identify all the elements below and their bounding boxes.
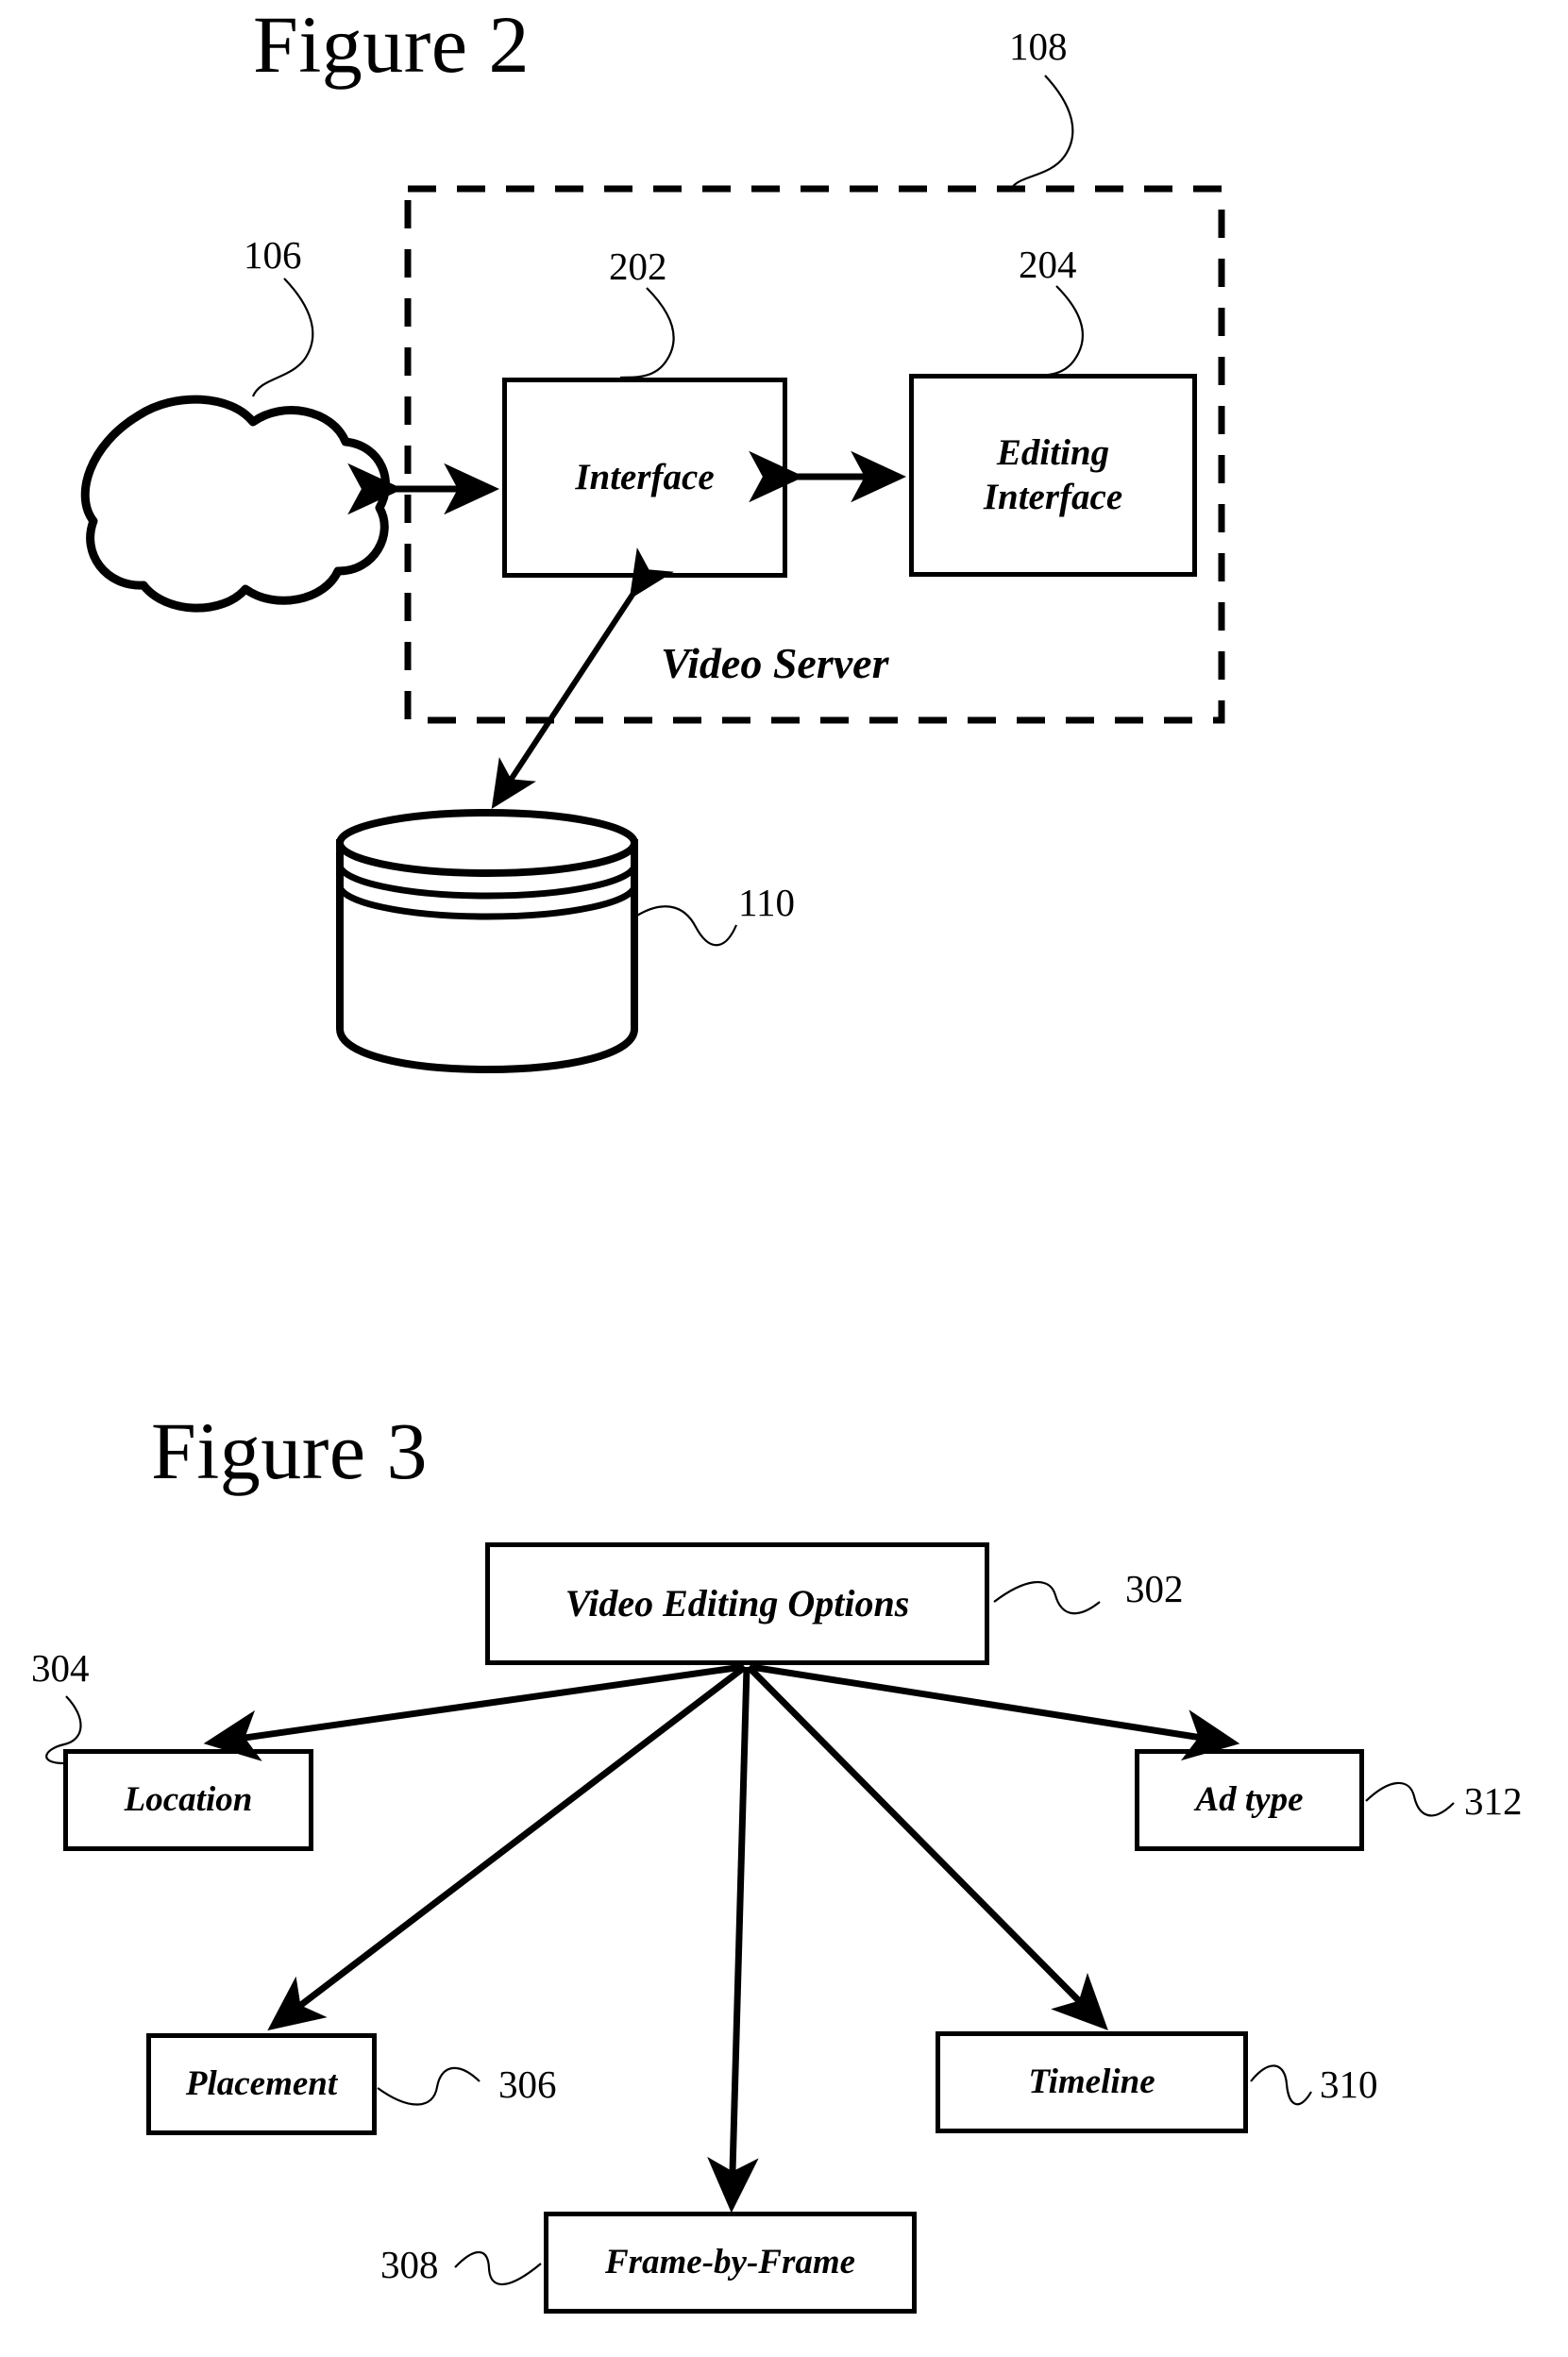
interface-box[interactable]: Interface [502,378,787,578]
leader-line-106 [251,278,314,397]
leader-line-202 [619,287,675,379]
reference-numeral-308: 308 [380,2243,439,2286]
ad-type-box-label: Ad type [1195,1780,1304,1820]
editing-interface-box-label: Editing Interface [983,432,1123,517]
leader-line-204 [1028,285,1084,378]
reference-numeral-204: 204 [1019,243,1077,286]
reference-numeral-306: 306 [498,2062,557,2106]
reference-numeral-302: 302 [1125,1567,1184,1610]
arrow-options-ad-type [750,1663,1240,1761]
leader-line-302 [993,1581,1101,1615]
patent-drawing-sheet: Figure 2 108 106 202 204 110 Interface E… [0,0,1568,2357]
arrow-options-location [203,1663,743,1761]
reference-numeral-304: 304 [31,1646,90,1690]
video-editing-options-label: Video Editing Options [565,1582,910,1625]
arrow-options-frame-by-frame [707,1666,759,2214]
arrow-options-placement [267,1664,748,2031]
leader-line-110 [632,905,738,947]
reference-numeral-310: 310 [1320,2062,1378,2106]
interface-box-label: Interface [575,456,715,497]
ad-type-box[interactable]: Ad type [1135,1749,1364,1851]
video-server-label: Video Server [661,639,889,687]
arrow-options-timeline [746,1664,1108,2030]
reference-numeral-312: 312 [1464,1779,1523,1823]
reference-numeral-110: 110 [738,881,795,924]
location-box[interactable]: Location [63,1749,313,1851]
placement-box-label: Placement [185,2064,338,2104]
frame-by-frame-box[interactable]: Frame-by-Frame [544,2212,917,2314]
editing-interface-box[interactable]: Editing Interface [909,374,1197,577]
video-database-label: Video Database [413,907,559,995]
reference-numeral-106: 106 [244,233,302,277]
location-box-label: Location [124,1780,253,1820]
leader-line-310 [1250,2064,1312,2106]
network-cloud-label: Network [117,468,249,511]
reference-numeral-202: 202 [609,244,667,288]
leader-line-306 [377,2066,481,2106]
timeline-box[interactable]: Timeline [936,2031,1248,2133]
arrow-interface-database [491,547,674,810]
figure-3-title: Figure 3 [151,1406,429,1496]
reference-numeral-108: 108 [1009,25,1068,68]
leader-line-312 [1365,1781,1455,1817]
placement-box[interactable]: Placement [146,2033,377,2135]
figure-2-vector-layer [80,75,1225,1074]
frame-by-frame-box-label: Frame-by-Frame [604,2243,856,2282]
timeline-box-label: Timeline [1028,2062,1155,2102]
video-editing-options-box[interactable]: Video Editing Options [485,1542,989,1665]
figure-3-vector-layer [45,1581,1455,2286]
figure-2-title: Figure 2 [253,0,531,90]
leader-line-108 [1010,75,1074,190]
leader-line-308 [454,2251,542,2286]
